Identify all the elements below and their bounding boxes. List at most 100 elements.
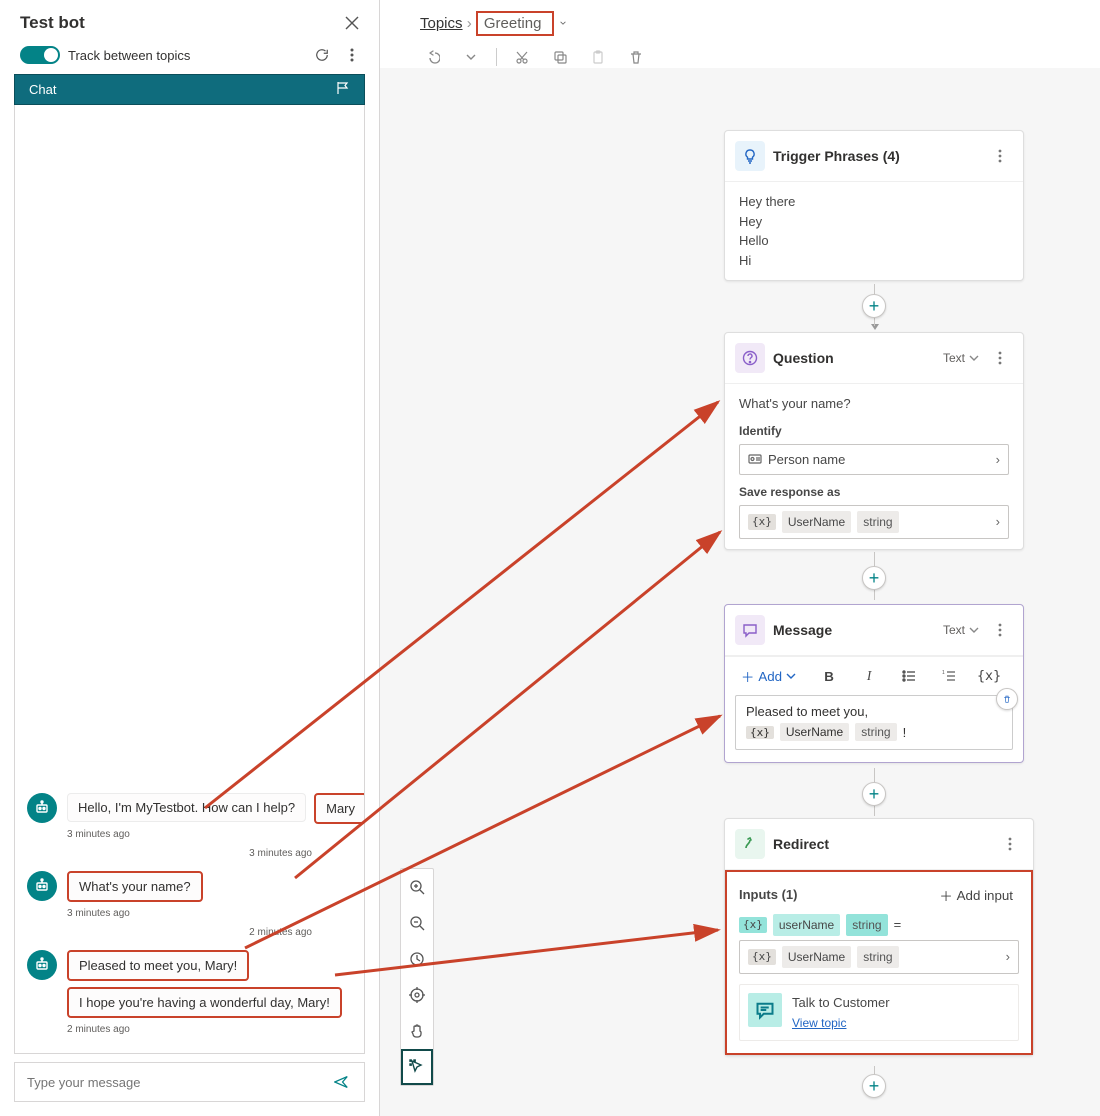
add-node-button[interactable]: + [862, 1074, 886, 1098]
trigger-phrase: Hey there [739, 192, 1009, 212]
variable-icon: {x} [748, 949, 776, 966]
italic-icon[interactable]: I [856, 663, 882, 689]
zoom-out-icon[interactable] [401, 905, 433, 941]
trigger-phrase: Hello [739, 231, 1009, 251]
breadcrumb: Topics › Greeting [420, 10, 572, 36]
authoring-canvas-area: Topics › Greeting [380, 0, 1100, 1116]
add-input-button[interactable]: ＋ Add input [933, 882, 1019, 908]
node-more-icon[interactable] [987, 143, 1013, 169]
composer [14, 1062, 365, 1102]
breadcrumb-current: Greeting [484, 15, 542, 32]
timestamp: 3 minutes ago [67, 829, 352, 840]
card-icon [748, 452, 762, 466]
chat-icon [735, 615, 765, 645]
input-var-name: userName [773, 914, 840, 936]
chat-tab-label: Chat [29, 82, 56, 97]
variable-icon: {x} [748, 514, 776, 531]
variable-name: UserName [780, 723, 849, 741]
timestamp: 2 minutes ago [27, 927, 312, 938]
breadcrumb-root[interactable]: Topics [420, 15, 463, 32]
bot-avatar [27, 950, 57, 980]
assign-field[interactable]: {x} UserName string › [739, 940, 1019, 974]
insert-variable-icon[interactable]: {x} [976, 663, 1002, 689]
assign-var-type: string [857, 946, 898, 968]
bot-avatar [27, 871, 57, 901]
cut-icon[interactable] [509, 44, 535, 70]
select-icon[interactable] [401, 1049, 433, 1085]
variable-type: string [855, 723, 896, 741]
pan-icon[interactable] [401, 1013, 433, 1049]
lightbulb-icon [735, 141, 765, 171]
redirect-node-label: Redirect [773, 836, 989, 852]
add-button[interactable]: ＋ Add [735, 663, 802, 689]
more-icon[interactable] [339, 42, 365, 68]
message-node-label: Message [773, 622, 935, 638]
undo-icon[interactable] [420, 44, 446, 70]
zoom-in-icon[interactable] [401, 869, 433, 905]
chevron-down-icon[interactable] [554, 10, 572, 36]
redirect-target-title: Talk to Customer [792, 993, 890, 1013]
undo-chevron-icon[interactable] [458, 44, 484, 70]
chevron-right-icon: › [996, 512, 1000, 532]
message-node[interactable]: Message Text ＋ Add B I 1 {x} Pleased to … [724, 604, 1024, 763]
track-toggle-label: Track between topics [68, 48, 190, 63]
trigger-phrase: Hey [739, 212, 1009, 232]
delete-icon[interactable] [623, 44, 649, 70]
history-icon[interactable] [401, 941, 433, 977]
reset-icon[interactable] [309, 42, 335, 68]
add-node-button[interactable]: + [862, 566, 886, 590]
test-bot-panel: Test bot Track between topics Chat He [0, 0, 380, 1116]
track-toggle[interactable] [20, 46, 60, 64]
chat-transcript: Hello, I'm MyTestbot. How can I help? 3 … [14, 105, 365, 1054]
node-more-icon[interactable] [987, 345, 1013, 371]
timestamp: 3 minutes ago [67, 908, 352, 919]
question-icon [735, 343, 765, 373]
composer-input[interactable] [25, 1074, 320, 1091]
user-message-bubble[interactable]: Mary [314, 793, 365, 824]
paste-icon[interactable] [585, 44, 611, 70]
node-more-icon[interactable] [987, 617, 1013, 643]
numbered-list-icon[interactable]: 1 [936, 663, 962, 689]
variable-type: string [857, 511, 898, 533]
authoring-canvas[interactable]: Trigger Phrases (4) Hey thereHeyHelloHi … [380, 68, 1100, 1116]
bold-icon[interactable]: B [816, 663, 842, 689]
message-type-dropdown[interactable]: Text [943, 623, 979, 637]
input-var-type: string [846, 914, 887, 936]
trigger-node[interactable]: Trigger Phrases (4) Hey thereHeyHelloHi [724, 130, 1024, 281]
identify-field[interactable]: Person name › [739, 444, 1009, 476]
question-node-label: Question [773, 350, 935, 366]
bullet-list-icon[interactable] [896, 663, 922, 689]
rich-text-toolbar: ＋ Add B I 1 {x} [725, 656, 1023, 695]
inputs-label: Inputs (1) [739, 885, 798, 905]
flag-icon[interactable] [336, 81, 350, 98]
redirect-node[interactable]: Redirect Inputs (1) ＋ Add input {x} user… [724, 818, 1034, 1056]
add-node-button[interactable]: + [862, 294, 886, 318]
close-icon[interactable] [339, 10, 365, 36]
bot-message-row: What's your name? [27, 871, 352, 902]
view-topic-link[interactable]: View topic [792, 1016, 846, 1030]
add-node-button[interactable]: + [862, 782, 886, 806]
send-icon[interactable] [328, 1069, 354, 1095]
variable-icon: {x} [746, 726, 774, 739]
trigger-phrase: Hi [739, 251, 1009, 271]
chevron-right-icon: › [996, 450, 1000, 470]
chevron-right-icon: › [1006, 947, 1010, 967]
variable-icon: {x} [739, 917, 767, 934]
save-as-field[interactable]: {x} UserName string › [739, 505, 1009, 539]
bot-message-bubble[interactable]: What's your name? [67, 871, 203, 902]
message-text-area[interactable]: Pleased to meet you, {x} UserName string… [735, 695, 1013, 750]
trash-icon[interactable] [996, 688, 1018, 710]
variable-name: UserName [782, 511, 851, 533]
copy-icon[interactable] [547, 44, 573, 70]
timestamp: 2 minutes ago [67, 1024, 352, 1035]
chat-tab[interactable]: Chat [14, 74, 365, 105]
bot-message-row: Pleased to meet you, Mary! [27, 950, 352, 981]
bot-message-bubble[interactable]: Pleased to meet you, Mary! [67, 950, 249, 981]
bot-message-bubble[interactable]: I hope you're having a wonderful day, Ma… [67, 987, 342, 1018]
question-node[interactable]: Question Text What's your name? Identify… [724, 332, 1024, 550]
question-type-dropdown[interactable]: Text [943, 351, 979, 365]
timestamp: 3 minutes ago [27, 848, 312, 859]
center-icon[interactable] [401, 977, 433, 1013]
node-more-icon[interactable] [997, 831, 1023, 857]
bot-message-bubble[interactable]: Hello, I'm MyTestbot. How can I help? [67, 793, 306, 822]
